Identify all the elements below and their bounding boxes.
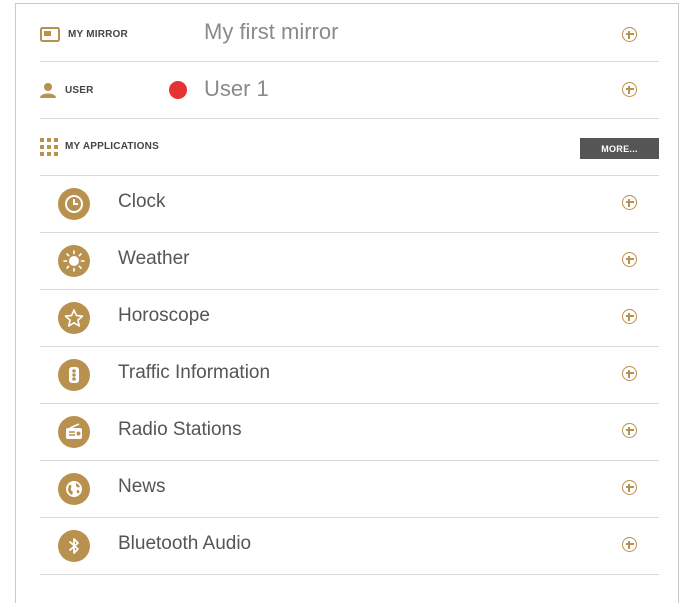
user-status-dot bbox=[169, 81, 187, 99]
user-row[interactable]: USER User 1 bbox=[40, 62, 659, 119]
app-row-bluetooth[interactable]: Bluetooth Audio bbox=[40, 518, 659, 575]
app-label: Horoscope bbox=[118, 305, 210, 326]
app-add-icon[interactable] bbox=[622, 252, 637, 267]
app-label: Radio Stations bbox=[118, 419, 242, 440]
star-icon bbox=[58, 302, 90, 334]
mirror-row[interactable]: MY MIRROR My first mirror bbox=[40, 4, 659, 62]
user-name: User 1 bbox=[204, 76, 269, 101]
user-label: USER bbox=[65, 85, 94, 96]
app-add-icon[interactable] bbox=[622, 423, 637, 438]
app-row-horoscope[interactable]: Horoscope bbox=[40, 290, 659, 347]
person-icon bbox=[40, 82, 56, 103]
mirror-label: MY MIRROR bbox=[68, 29, 128, 40]
screen-icon bbox=[40, 27, 60, 47]
user-add-icon[interactable] bbox=[622, 82, 637, 97]
app-label: Weather bbox=[118, 248, 190, 269]
app-row-clock[interactable]: Clock bbox=[40, 176, 659, 233]
app-add-icon[interactable] bbox=[622, 537, 637, 552]
app-add-icon[interactable] bbox=[622, 309, 637, 324]
traffic-light-icon bbox=[58, 359, 90, 391]
app-add-icon[interactable] bbox=[622, 366, 637, 381]
applications-label: MY APPLICATIONS bbox=[65, 141, 159, 152]
app-row-radio[interactable]: Radio Stations bbox=[40, 404, 659, 461]
grid-icon bbox=[40, 138, 58, 161]
app-label: Clock bbox=[118, 191, 166, 212]
mirror-add-icon[interactable] bbox=[622, 27, 637, 42]
sun-icon bbox=[58, 245, 90, 277]
app-label: News bbox=[118, 476, 166, 497]
app-row-weather[interactable]: Weather bbox=[40, 233, 659, 290]
clock-icon bbox=[58, 188, 90, 220]
app-add-icon[interactable] bbox=[622, 195, 637, 210]
app-add-icon[interactable] bbox=[622, 480, 637, 495]
mirror-name: My first mirror bbox=[204, 19, 339, 44]
app-row-traffic[interactable]: Traffic Information bbox=[40, 347, 659, 404]
bluetooth-icon bbox=[58, 530, 90, 562]
radio-icon bbox=[58, 416, 90, 448]
app-label: Traffic Information bbox=[118, 362, 271, 383]
more-button[interactable]: MORE... bbox=[580, 138, 659, 159]
applications-header: MY APPLICATIONS MORE... bbox=[40, 119, 659, 176]
app-row-news[interactable]: News bbox=[40, 461, 659, 518]
app-label: Bluetooth Audio bbox=[118, 533, 252, 554]
globe-icon bbox=[58, 473, 90, 505]
